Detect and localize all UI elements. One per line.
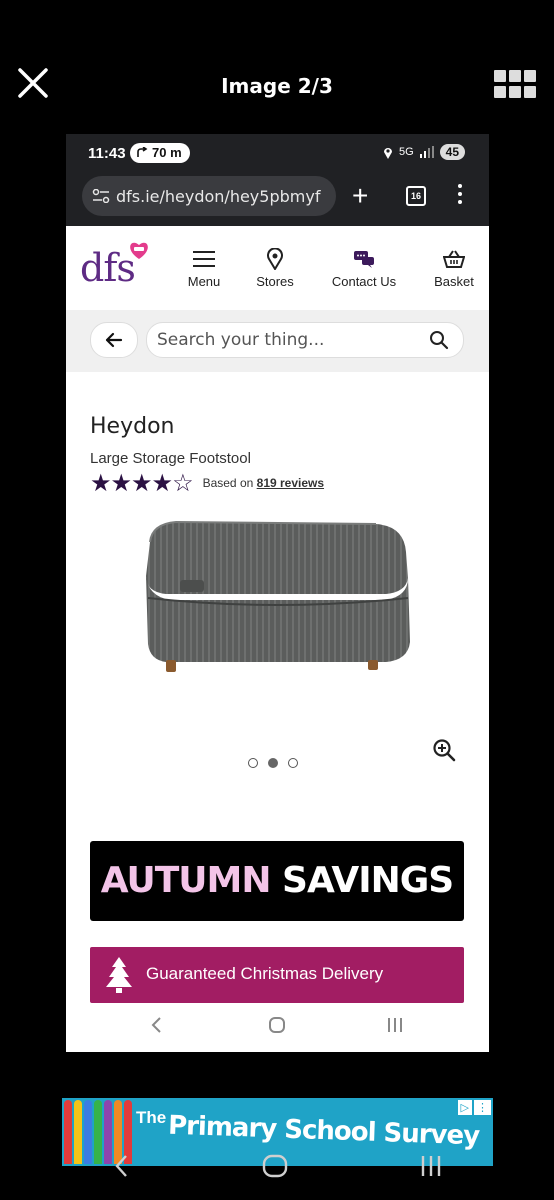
nav-contact-us[interactable]: Contact Us — [328, 246, 400, 289]
browser-toolbar: dfs.ie/heydon/hey5pbmyf + 16 — [66, 172, 489, 226]
site-header: dfs Menu Stores Contact Us Basket — [66, 226, 489, 310]
nav-stores[interactable]: Stores — [252, 246, 298, 289]
christmas-tree-icon — [106, 957, 132, 993]
carousel-dots — [248, 758, 298, 768]
network-label: 5G — [398, 146, 414, 158]
chat-icon — [354, 251, 374, 268]
home-icon[interactable] — [262, 1154, 288, 1178]
tab-switcher-button[interactable]: 16 — [406, 186, 426, 206]
autumn-savings-banner[interactable]: AUTUMN SAVINGS — [90, 841, 464, 921]
reviews-link[interactable]: 819 reviews — [257, 476, 324, 490]
product-image-footstool[interactable] — [136, 512, 416, 708]
image-viewer-header: Image 2/3 — [0, 0, 554, 135]
search-bar-area: Search your thing... — [66, 310, 489, 372]
christmas-delivery-banner[interactable]: Guaranteed Christmas Delivery — [90, 947, 464, 1003]
product-subtitle: Large Storage Footstool — [90, 450, 251, 467]
turn-arrow-icon — [137, 147, 148, 157]
map-pin-icon — [267, 248, 283, 270]
location-icon — [383, 147, 392, 159]
grid-view-icon[interactable] — [494, 70, 536, 98]
carousel-dot-active[interactable] — [268, 758, 278, 768]
carousel-dot[interactable] — [288, 758, 298, 768]
search-placeholder: Search your thing... — [157, 330, 325, 350]
arrow-left-icon — [105, 332, 123, 348]
site-settings-icon[interactable] — [92, 189, 110, 203]
phone-screenshot: 11:43 70 m 5G 45 dfs.ie/heydon/hey5pbmyf… — [66, 134, 489, 1052]
nav-contact-label: Contact Us — [331, 274, 397, 289]
christmas-delivery-text: Guaranteed Christmas Delivery — [146, 964, 384, 983]
recents-icon[interactable] — [386, 1016, 404, 1034]
nav-stores-label: Stores — [256, 274, 294, 289]
carousel-dot[interactable] — [248, 758, 258, 768]
back-button[interactable] — [90, 322, 138, 358]
ad-headline: Primary School Survey — [167, 1110, 480, 1152]
back-chevron-icon[interactable] — [114, 1154, 128, 1178]
battery-level: 45 — [439, 144, 465, 160]
url-text: dfs.ie/heydon/hey5pbmyf — [116, 187, 321, 206]
hamburger-icon — [193, 251, 215, 267]
basket-icon — [443, 250, 465, 268]
address-bar[interactable]: dfs.ie/heydon/hey5pbmyf — [82, 176, 336, 216]
status-bar: 11:43 70 m 5G 45 — [66, 134, 489, 172]
zoom-in-icon[interactable] — [432, 738, 456, 762]
viewer-title: Image 2/3 — [221, 74, 333, 98]
android-nav-bar — [66, 1004, 489, 1052]
status-time: 11:43 — [88, 145, 126, 162]
new-tab-icon[interactable]: + — [352, 182, 368, 210]
navigation-pill: 70 m — [130, 143, 190, 163]
dfs-logo[interactable]: dfs — [80, 246, 136, 290]
product-title: Heydon — [90, 414, 175, 439]
product-rating: ★★★★☆ Based on 819 reviews — [90, 469, 325, 497]
device-nav-bar — [0, 1150, 554, 1190]
back-chevron-icon[interactable] — [150, 1016, 162, 1034]
signal-icon — [419, 146, 434, 158]
ad-the-text: The — [136, 1108, 167, 1127]
search-input[interactable]: Search your thing... — [146, 322, 464, 358]
nav-menu[interactable]: Menu — [184, 246, 224, 289]
home-icon[interactable] — [268, 1016, 286, 1034]
status-icons: 5G 45 — [383, 144, 465, 160]
heart-sofa-logo-icon — [130, 242, 148, 259]
navigation-distance: 70 m — [152, 145, 182, 160]
ad-choices-icon[interactable]: ▷ ⋮ — [457, 1100, 491, 1115]
search-icon[interactable] — [429, 330, 449, 350]
nav-menu-label: Menu — [187, 274, 221, 289]
nav-basket-label: Basket — [434, 274, 474, 289]
nav-basket[interactable]: Basket — [432, 246, 476, 289]
recents-icon[interactable] — [420, 1154, 442, 1178]
rating-based-on: Based on 819 reviews — [202, 476, 325, 490]
rating-stars: ★★★★☆ — [90, 469, 194, 497]
more-options-icon[interactable] — [458, 184, 462, 208]
